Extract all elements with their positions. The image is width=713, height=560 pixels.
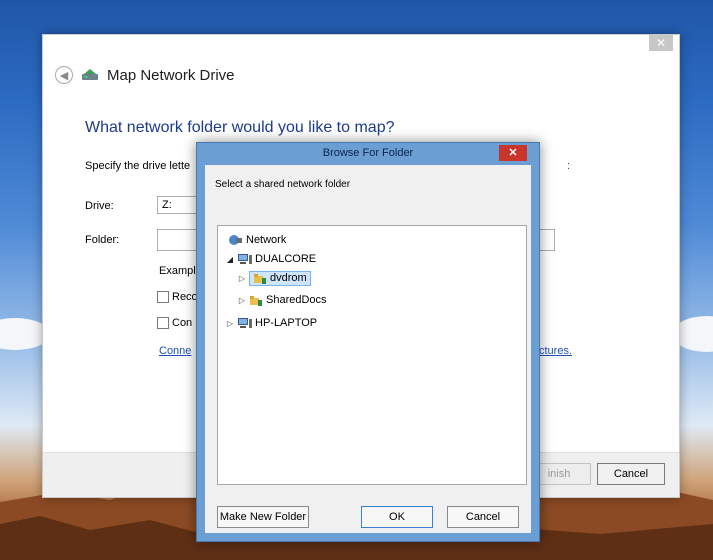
computer-icon	[238, 318, 252, 328]
browse-close-button[interactable]: ✕	[499, 145, 527, 161]
tree-label-network: Network	[246, 234, 287, 246]
pictures-link-tail[interactable]: ctures.	[539, 345, 572, 357]
example-text: Exampl	[159, 265, 196, 277]
make-new-folder-button[interactable]: Make New Folder	[217, 506, 309, 528]
reconnect-label: Reco	[172, 291, 198, 303]
browse-dialog-title: Browse For Folder	[322, 147, 414, 159]
wizard-cancel-button[interactable]: Cancel	[597, 463, 665, 485]
tree-item-shareddocs[interactable]: ▷ SharedDocs	[238, 292, 327, 308]
folder-tree[interactable]: Network ◢ DUALCORE ▷ dvdrom ▷ SharedDocs…	[217, 225, 527, 485]
tree-label-dvdrom: dvdrom	[270, 272, 307, 284]
collapsed-triangle-icon[interactable]: ▷	[238, 296, 246, 305]
credentials-checkbox[interactable]	[157, 317, 169, 329]
tree-item-dualcore[interactable]: ◢ DUALCORE	[226, 251, 316, 267]
folder-label: Folder:	[85, 234, 120, 246]
connect-website-link[interactable]: Conne	[159, 345, 191, 357]
tree-item-hp-laptop[interactable]: ▷ HP-LAPTOP	[226, 315, 317, 331]
credentials-label: Con	[172, 317, 193, 329]
back-arrow-icon[interactable]: ◀	[55, 66, 73, 84]
network-icon	[229, 235, 242, 245]
wizard-question: What network folder would you like to ma…	[85, 119, 395, 136]
reconnect-option[interactable]: Reco	[157, 291, 198, 303]
specify-instructions: Specify the drive lette	[85, 160, 191, 172]
specify-link-tail[interactable]: :	[567, 160, 570, 172]
network-drive-icon	[82, 69, 98, 80]
drive-label: Drive:	[85, 200, 114, 212]
collapsed-triangle-icon[interactable]: ▷	[226, 319, 234, 328]
wizard-close-button[interactable]: ✕	[649, 35, 673, 51]
expanded-triangle-icon[interactable]: ◢	[226, 255, 234, 264]
ok-button[interactable]: OK	[361, 506, 433, 528]
wizard-title: Map Network Drive	[107, 66, 235, 84]
shared-folder-icon	[250, 295, 262, 306]
tree-selection-highlight: dvdrom	[249, 270, 311, 286]
collapsed-triangle-icon[interactable]: ▷	[238, 274, 246, 283]
browse-dialog-body: Select a shared network folder Network ◢	[205, 165, 531, 533]
tree-label-hp-laptop: HP-LAPTOP	[255, 317, 318, 329]
browse-prompt: Select a shared network folder	[215, 179, 351, 190]
reconnect-checkbox[interactable]	[157, 291, 169, 303]
tree-label-shareddocs: SharedDocs	[266, 294, 327, 306]
tree-item-dvdrom[interactable]: ▷ dvdrom	[238, 270, 311, 286]
tree-item-network[interactable]: Network	[228, 232, 286, 248]
wizard-header: ◀ Map Network Drive	[55, 63, 235, 87]
credentials-option[interactable]: Con	[157, 317, 192, 329]
browse-cancel-button[interactable]: Cancel	[447, 506, 519, 528]
tree-label-dualcore: DUALCORE	[255, 253, 317, 265]
computer-icon	[238, 254, 252, 264]
browse-for-folder-dialog: Browse For Folder ✕ Select a shared netw…	[196, 142, 540, 542]
shared-folder-icon	[254, 273, 266, 284]
